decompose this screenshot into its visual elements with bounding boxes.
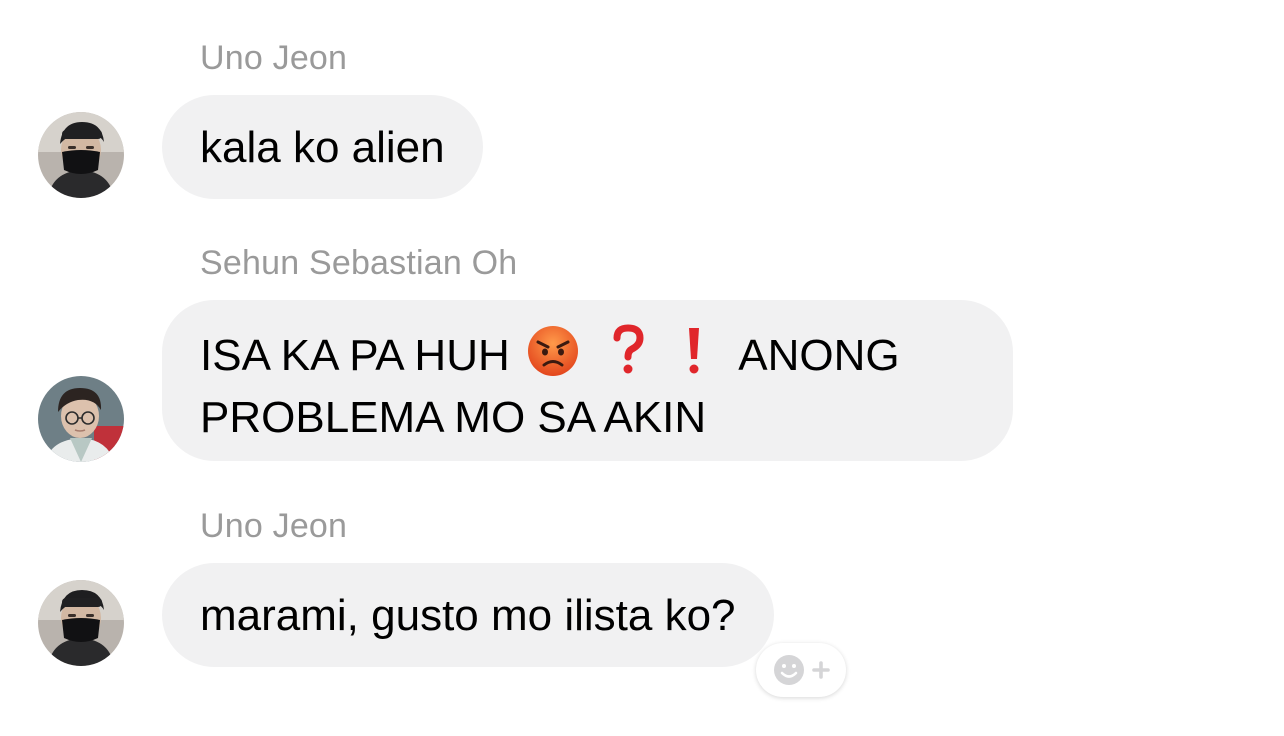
sender-name: Sehun Sebastian Oh xyxy=(200,244,518,282)
message-text: marami, gusto mo ilista ko? xyxy=(200,591,736,640)
red-exclamation-mark-emoji-icon xyxy=(682,324,706,391)
glasses-person-avatar-icon xyxy=(38,376,124,462)
sender-name: Uno Jeon xyxy=(200,39,348,77)
add-reaction-button[interactable] xyxy=(756,643,846,697)
masked-person-avatar-icon xyxy=(38,112,124,198)
message-bubble[interactable]: kala ko alien xyxy=(162,95,483,199)
avatar[interactable] xyxy=(38,580,124,666)
masked-person-avatar-icon xyxy=(38,580,124,666)
message-bubble[interactable]: ISA KA PA HUH ANONG PROBLEMA MO SA AKIN xyxy=(162,300,1013,461)
add-reaction-smiley-icon xyxy=(774,655,830,685)
sender-name: Uno Jeon xyxy=(200,507,348,545)
avatar[interactable] xyxy=(38,376,124,462)
message-text: kala ko alien xyxy=(200,123,445,172)
message-text: ANONG xyxy=(738,331,900,380)
angry-face-emoji-icon xyxy=(526,324,580,391)
message-text: ISA KA PA HUH xyxy=(200,331,510,380)
message-text: PROBLEMA MO SA AKIN xyxy=(200,393,707,442)
avatar[interactable] xyxy=(38,112,124,198)
message-bubble[interactable]: marami, gusto mo ilista ko? xyxy=(162,563,774,667)
red-question-mark-emoji-icon xyxy=(608,324,648,391)
